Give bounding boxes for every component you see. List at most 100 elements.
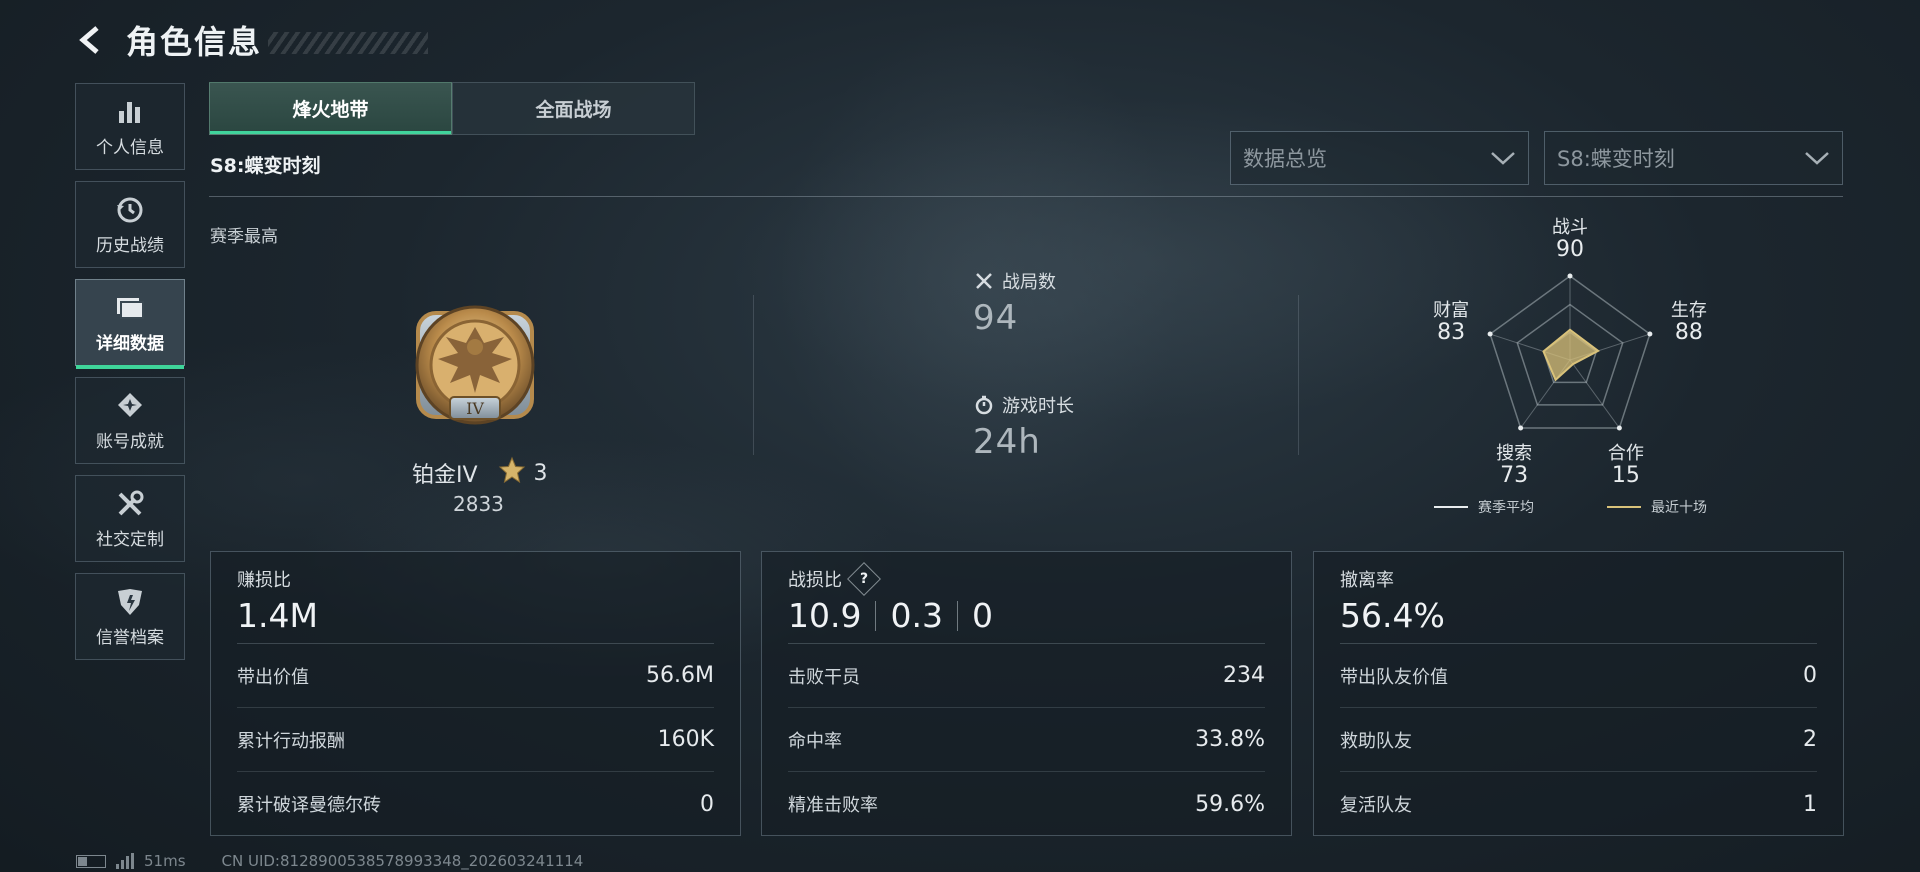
- help-icon[interactable]: ?: [847, 562, 881, 596]
- kd-part: 0: [971, 596, 993, 635]
- row-value: 234: [1223, 663, 1265, 688]
- stat-row: 带出价值 56.6M: [237, 644, 714, 708]
- radar-axis-dot: [1487, 331, 1493, 337]
- legend-line: [1607, 506, 1641, 508]
- sidebar-item-achievements[interactable]: 账号成就: [75, 377, 185, 464]
- ping-value: 51ms: [144, 852, 186, 870]
- radar-axis-dot: [1616, 425, 1622, 431]
- stat-row: 击败干员 234: [788, 644, 1265, 708]
- mode-tabs: 烽火地带 全面战场: [209, 82, 695, 135]
- title-stripe-decoration: [268, 32, 429, 54]
- row-value: 56.6M: [646, 663, 714, 688]
- matches-stat: 战局数 94: [973, 268, 1056, 338]
- bar-chart-icon: [116, 95, 144, 129]
- sidebar-item-reputation[interactable]: 信誉档案: [75, 573, 185, 660]
- signal-icon: [116, 853, 136, 869]
- tab-warzone[interactable]: 烽火地带: [209, 82, 452, 135]
- legend-recent-ten: 最近十场: [1607, 497, 1707, 517]
- divider: [753, 295, 754, 455]
- sidebar-item-history[interactable]: 历史战绩: [75, 181, 185, 268]
- rank-badge: IV: [400, 285, 550, 445]
- row-key: 击败干员: [788, 666, 860, 688]
- season-title: S8:蝶变时刻: [210, 155, 321, 177]
- star-icon: [498, 456, 526, 490]
- radar-axis-value: 15: [1611, 462, 1640, 488]
- dropdown-value: S8:蝶变时刻: [1557, 147, 1675, 171]
- row-value: 33.8%: [1195, 727, 1265, 752]
- playtime-stat: 游戏时长 24h: [973, 392, 1074, 462]
- uid-text: CN UID:8128900538578993348_202603241114: [221, 852, 584, 870]
- card-label-row: 战损比 ?: [788, 562, 1265, 596]
- dropdown-value: 数据总览: [1243, 147, 1327, 171]
- tools-icon: [115, 487, 145, 521]
- matches-value: 94: [973, 298, 1019, 338]
- sidebar: 个人信息 历史战绩 详细数据 账号成就 社交定制 信誉档案: [75, 83, 185, 671]
- radar-axis-label: 生存: [1670, 300, 1707, 322]
- card-big-value: 10.9 0.3 0: [788, 596, 1265, 635]
- radar-axis-label: 合作: [1607, 442, 1644, 464]
- radar-axis-value: 88: [1674, 320, 1703, 346]
- stat-row: 命中率 33.8%: [788, 708, 1265, 772]
- radar-axis-label: 搜索: [1496, 442, 1533, 464]
- row-key: 复活队友: [1340, 795, 1412, 816]
- card-label: 撤离率: [1340, 570, 1394, 591]
- radar-chart: [1487, 273, 1653, 431]
- row-value: 0: [1803, 663, 1817, 688]
- tab-full-battlefield[interactable]: 全面战场: [452, 82, 695, 135]
- extract-card: 撤离率 56.4% 带出队友价值 0 救助队友 2 复活队友 1: [1313, 551, 1844, 836]
- separator: [875, 600, 877, 631]
- sidebar-item-label: 历史战绩: [96, 236, 164, 256]
- status-footer: 51ms CN UID:8128900538578993348_20260324…: [76, 852, 583, 870]
- history-clock-icon: [115, 193, 145, 227]
- card-big-value: 56.4%: [1340, 596, 1445, 635]
- sidebar-item-label: 个人信息: [96, 138, 164, 158]
- row-key: 命中率: [788, 730, 842, 752]
- crossed-swords-icon: [973, 270, 995, 292]
- season-dropdown[interactable]: S8:蝶变时刻: [1544, 131, 1843, 185]
- badge-numeral: IV: [466, 399, 484, 418]
- achievement-icon: [115, 389, 145, 423]
- sidebar-item-label: 账号成就: [96, 432, 164, 452]
- battery-icon: [76, 854, 106, 868]
- shield-emblem-icon: [115, 585, 145, 619]
- sidebar-item-social[interactable]: 社交定制: [75, 475, 185, 562]
- radar-axis-dot: [1567, 273, 1573, 279]
- kd-card: 战损比 ? 10.9 0.3 0 击败干员 234 命中率 33.8% 精准击败率 5…: [761, 551, 1292, 836]
- row-key: 带出价值: [237, 666, 309, 688]
- radar-axis-value: 90: [1556, 237, 1584, 262]
- sidebar-item-label: 详细数据: [96, 334, 164, 354]
- view-dropdown[interactable]: 数据总览: [1230, 131, 1529, 185]
- chevron-down-icon: [1491, 152, 1515, 165]
- rank-name: 铂金IV: [412, 463, 478, 488]
- radar-axis-label: 财富: [1433, 300, 1470, 322]
- kd-part: 0.3: [890, 596, 943, 635]
- row-key: 累计行动报酬: [237, 730, 345, 752]
- sidebar-item-detailed-data[interactable]: 详细数据: [75, 279, 185, 369]
- kd-part: 10.9: [788, 596, 862, 635]
- profit-card: 赚损比 1.4M 带出价值 56.6M 累计行动报酬 160K 累计破译曼德尔砖 0: [210, 551, 741, 836]
- legend-label: 赛季平均: [1478, 500, 1534, 516]
- sidebar-item-label: 社交定制: [96, 530, 164, 550]
- radar-axis-dot: [1647, 331, 1653, 337]
- stat-row: 救助队友 2: [1340, 708, 1817, 772]
- sidebar-item-personal-info[interactable]: 个人信息: [75, 83, 185, 170]
- row-value: 160K: [657, 727, 714, 752]
- stopwatch-icon: [973, 394, 995, 416]
- row-value: 2: [1803, 727, 1817, 752]
- row-key: 累计破译曼德尔砖: [237, 795, 381, 816]
- card-label: 赚损比: [237, 570, 291, 591]
- radar-axis-label: 战斗: [1552, 217, 1588, 238]
- back-arrow-icon[interactable]: [74, 23, 108, 57]
- radar-axis-value: 73: [1500, 462, 1529, 488]
- page-header: 角色信息: [74, 18, 429, 62]
- card-big-value: 1.4M: [237, 596, 318, 635]
- divider: [1298, 295, 1299, 455]
- stat-row: 累计破译曼德尔砖 0: [237, 772, 714, 836]
- folder-data-icon: [115, 291, 145, 325]
- row-key: 精准击败率: [788, 795, 878, 816]
- rank-stars-count: 3: [533, 460, 548, 486]
- stat-row: 累计行动报酬 160K: [237, 708, 714, 772]
- stat-row: 带出队友价值 0: [1340, 644, 1817, 708]
- card-label: 战损比: [788, 570, 842, 591]
- row-key: 救助队友: [1340, 730, 1412, 752]
